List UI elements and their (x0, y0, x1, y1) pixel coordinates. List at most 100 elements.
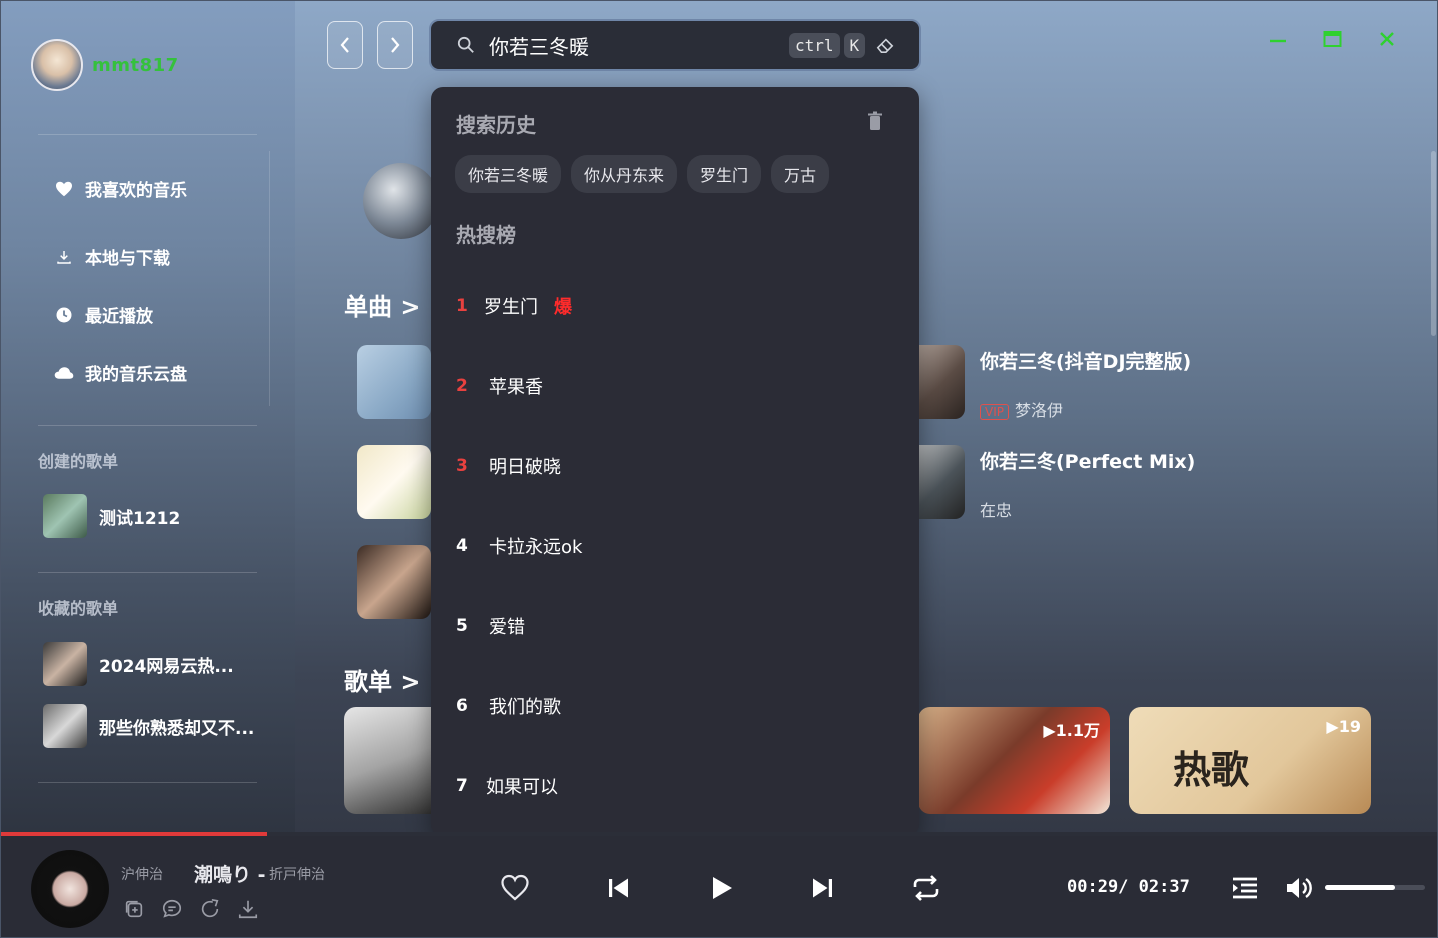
hot-search-item[interactable]: 7 如果可以 (456, 773, 558, 799)
play-button[interactable] (705, 872, 737, 904)
history-chips: 你若三冬暖 你从丹东来 罗生门 万古 (455, 155, 839, 193)
divider (38, 782, 257, 783)
hot-search-title: 热搜榜 (456, 223, 516, 247)
song-artist[interactable]: 在忠 (980, 497, 1012, 521)
song-cover[interactable] (357, 345, 431, 419)
playlist-cover (43, 642, 87, 686)
volume-level (1325, 885, 1395, 890)
playback-time: 00:29/ 02:37 (1067, 877, 1190, 897)
sidebar-item-label: 本地与下载 (85, 249, 170, 269)
search-bar[interactable]: 你若三冬暖 ctrl K (429, 19, 921, 71)
history-chip[interactable]: 罗生门 (687, 155, 762, 193)
song-artist[interactable]: 梦洛伊 (1015, 401, 1063, 420)
playlist-queue-icon[interactable] (1229, 872, 1261, 904)
chevron-right-icon (391, 37, 400, 53)
next-button[interactable] (807, 872, 839, 904)
add-to-playlist-icon[interactable] (123, 898, 145, 920)
hot-title: 卡拉永远ok (489, 537, 583, 558)
hot-search-item[interactable]: 5 爱错 (456, 613, 525, 639)
divider (269, 151, 270, 406)
hot-title: 爱错 (489, 617, 525, 638)
search-input[interactable]: 你若三冬暖 (489, 31, 789, 60)
hot-search-item[interactable]: 2 苹果香 (456, 373, 543, 399)
shortcut-k: K (843, 32, 866, 58)
search-history-title: 搜索历史 (456, 113, 536, 137)
sidebar: mmt817 我喜欢的音乐 本地与下载 最近播放 我的音乐云盘 创建的歌单 测试… (1, 1, 295, 836)
eraser-icon[interactable] (875, 36, 895, 54)
previous-button[interactable] (602, 872, 634, 904)
hot-title: 苹果香 (489, 377, 543, 398)
sidebar-item-local[interactable]: 本地与下载 (53, 244, 170, 269)
hot-rank: 1 (456, 296, 468, 316)
playlist-card[interactable]: 热歌 ▶19 (1129, 707, 1371, 814)
sidebar-item-label: 我的音乐云盘 (85, 365, 187, 385)
playlist-card[interactable]: ▶1.1万 (918, 707, 1110, 814)
download-icon[interactable] (237, 898, 259, 920)
hot-search-item[interactable]: 3 明日破晓 (456, 453, 561, 479)
playlist-label: 测试1212 (99, 508, 181, 529)
volume-icon[interactable] (1283, 872, 1315, 904)
hot-title: 罗生门 (484, 297, 538, 318)
card-text: 热歌 (1173, 747, 1250, 792)
playlist-label: 那些你熟悉却又不... (99, 718, 255, 739)
history-chip[interactable]: 万古 (771, 155, 830, 193)
maximize-button[interactable] (1323, 29, 1342, 54)
trash-icon[interactable] (867, 111, 883, 131)
playlist-item[interactable]: 测试1212 (43, 494, 180, 538)
playlist-item[interactable]: 2024网易云热... (43, 642, 234, 686)
now-playing-title: 潮鳴り - (194, 860, 266, 887)
sidebar-item-recent[interactable]: 最近播放 (53, 302, 153, 327)
close-button[interactable] (1379, 29, 1395, 54)
share-icon[interactable] (199, 898, 221, 920)
playlist-cover (43, 704, 87, 748)
hot-search-item[interactable]: 4 卡拉永远ok (456, 533, 582, 559)
close-icon (1380, 32, 1394, 46)
sidebar-item-label: 最近播放 (85, 307, 153, 327)
vip-badge: VIP (980, 404, 1009, 420)
track-title: 潮鳴り (194, 864, 252, 886)
sidebar-item-cloud[interactable]: 我的音乐云盘 (53, 360, 187, 385)
repeat-icon[interactable] (910, 872, 942, 904)
history-chip[interactable]: 你若三冬暖 (455, 155, 562, 193)
created-playlists-title: 创建的歌单 (38, 452, 119, 471)
comment-icon[interactable] (161, 898, 183, 920)
divider (38, 572, 257, 573)
artist-avatar[interactable] (363, 163, 439, 239)
singles-title[interactable]: 单曲 > (344, 287, 420, 322)
playlist-cover (43, 494, 87, 538)
scrollbar[interactable] (1431, 151, 1436, 336)
hot-search-item[interactable]: 1 罗生门 爆 (456, 293, 572, 319)
playlist-card[interactable] (344, 707, 444, 814)
download-icon (53, 246, 75, 268)
divider (38, 425, 257, 426)
hot-title: 如果可以 (486, 777, 558, 798)
sidebar-item-liked[interactable]: 我喜欢的音乐 (53, 176, 187, 201)
playlists-title[interactable]: 歌单 > (344, 662, 420, 697)
like-button[interactable] (499, 872, 531, 904)
hot-badge: 爆 (554, 297, 572, 318)
user-profile[interactable]: mmt817 (31, 39, 179, 91)
hot-title: 明日破晓 (489, 457, 561, 478)
avatar[interactable] (31, 39, 83, 91)
hot-rank: 5 (456, 616, 468, 636)
playlist-item[interactable]: 那些你熟悉却又不... (43, 704, 254, 748)
song-cover[interactable] (357, 545, 431, 619)
history-chip[interactable]: 你从丹东来 (571, 155, 678, 193)
hot-search-item[interactable]: 6 我们的歌 (456, 693, 561, 719)
username[interactable]: mmt817 (92, 55, 179, 76)
hot-rank: 7 (456, 776, 468, 796)
back-button[interactable] (327, 21, 363, 69)
song-cover[interactable] (357, 445, 431, 519)
minimize-button[interactable] (1269, 29, 1287, 55)
hot-rank: 4 (456, 536, 468, 556)
app-window: mmt817 我喜欢的音乐 本地与下载 最近播放 我的音乐云盘 创建的歌单 测试… (0, 0, 1438, 938)
collected-playlists-title: 收藏的歌单 (38, 599, 119, 618)
forward-button[interactable] (377, 21, 413, 69)
play-count: ▶1.1万 (1043, 721, 1100, 740)
song-title[interactable]: 你若三冬(抖音DJ完整版) (980, 347, 1191, 374)
album-disc[interactable] (31, 850, 109, 928)
song-title[interactable]: 你若三冬(Perfect Mix) (980, 447, 1195, 474)
hot-rank: 2 (456, 376, 468, 396)
now-playing-artist[interactable]: 折戸伸治 (269, 864, 325, 884)
maximize-icon (1323, 31, 1342, 47)
